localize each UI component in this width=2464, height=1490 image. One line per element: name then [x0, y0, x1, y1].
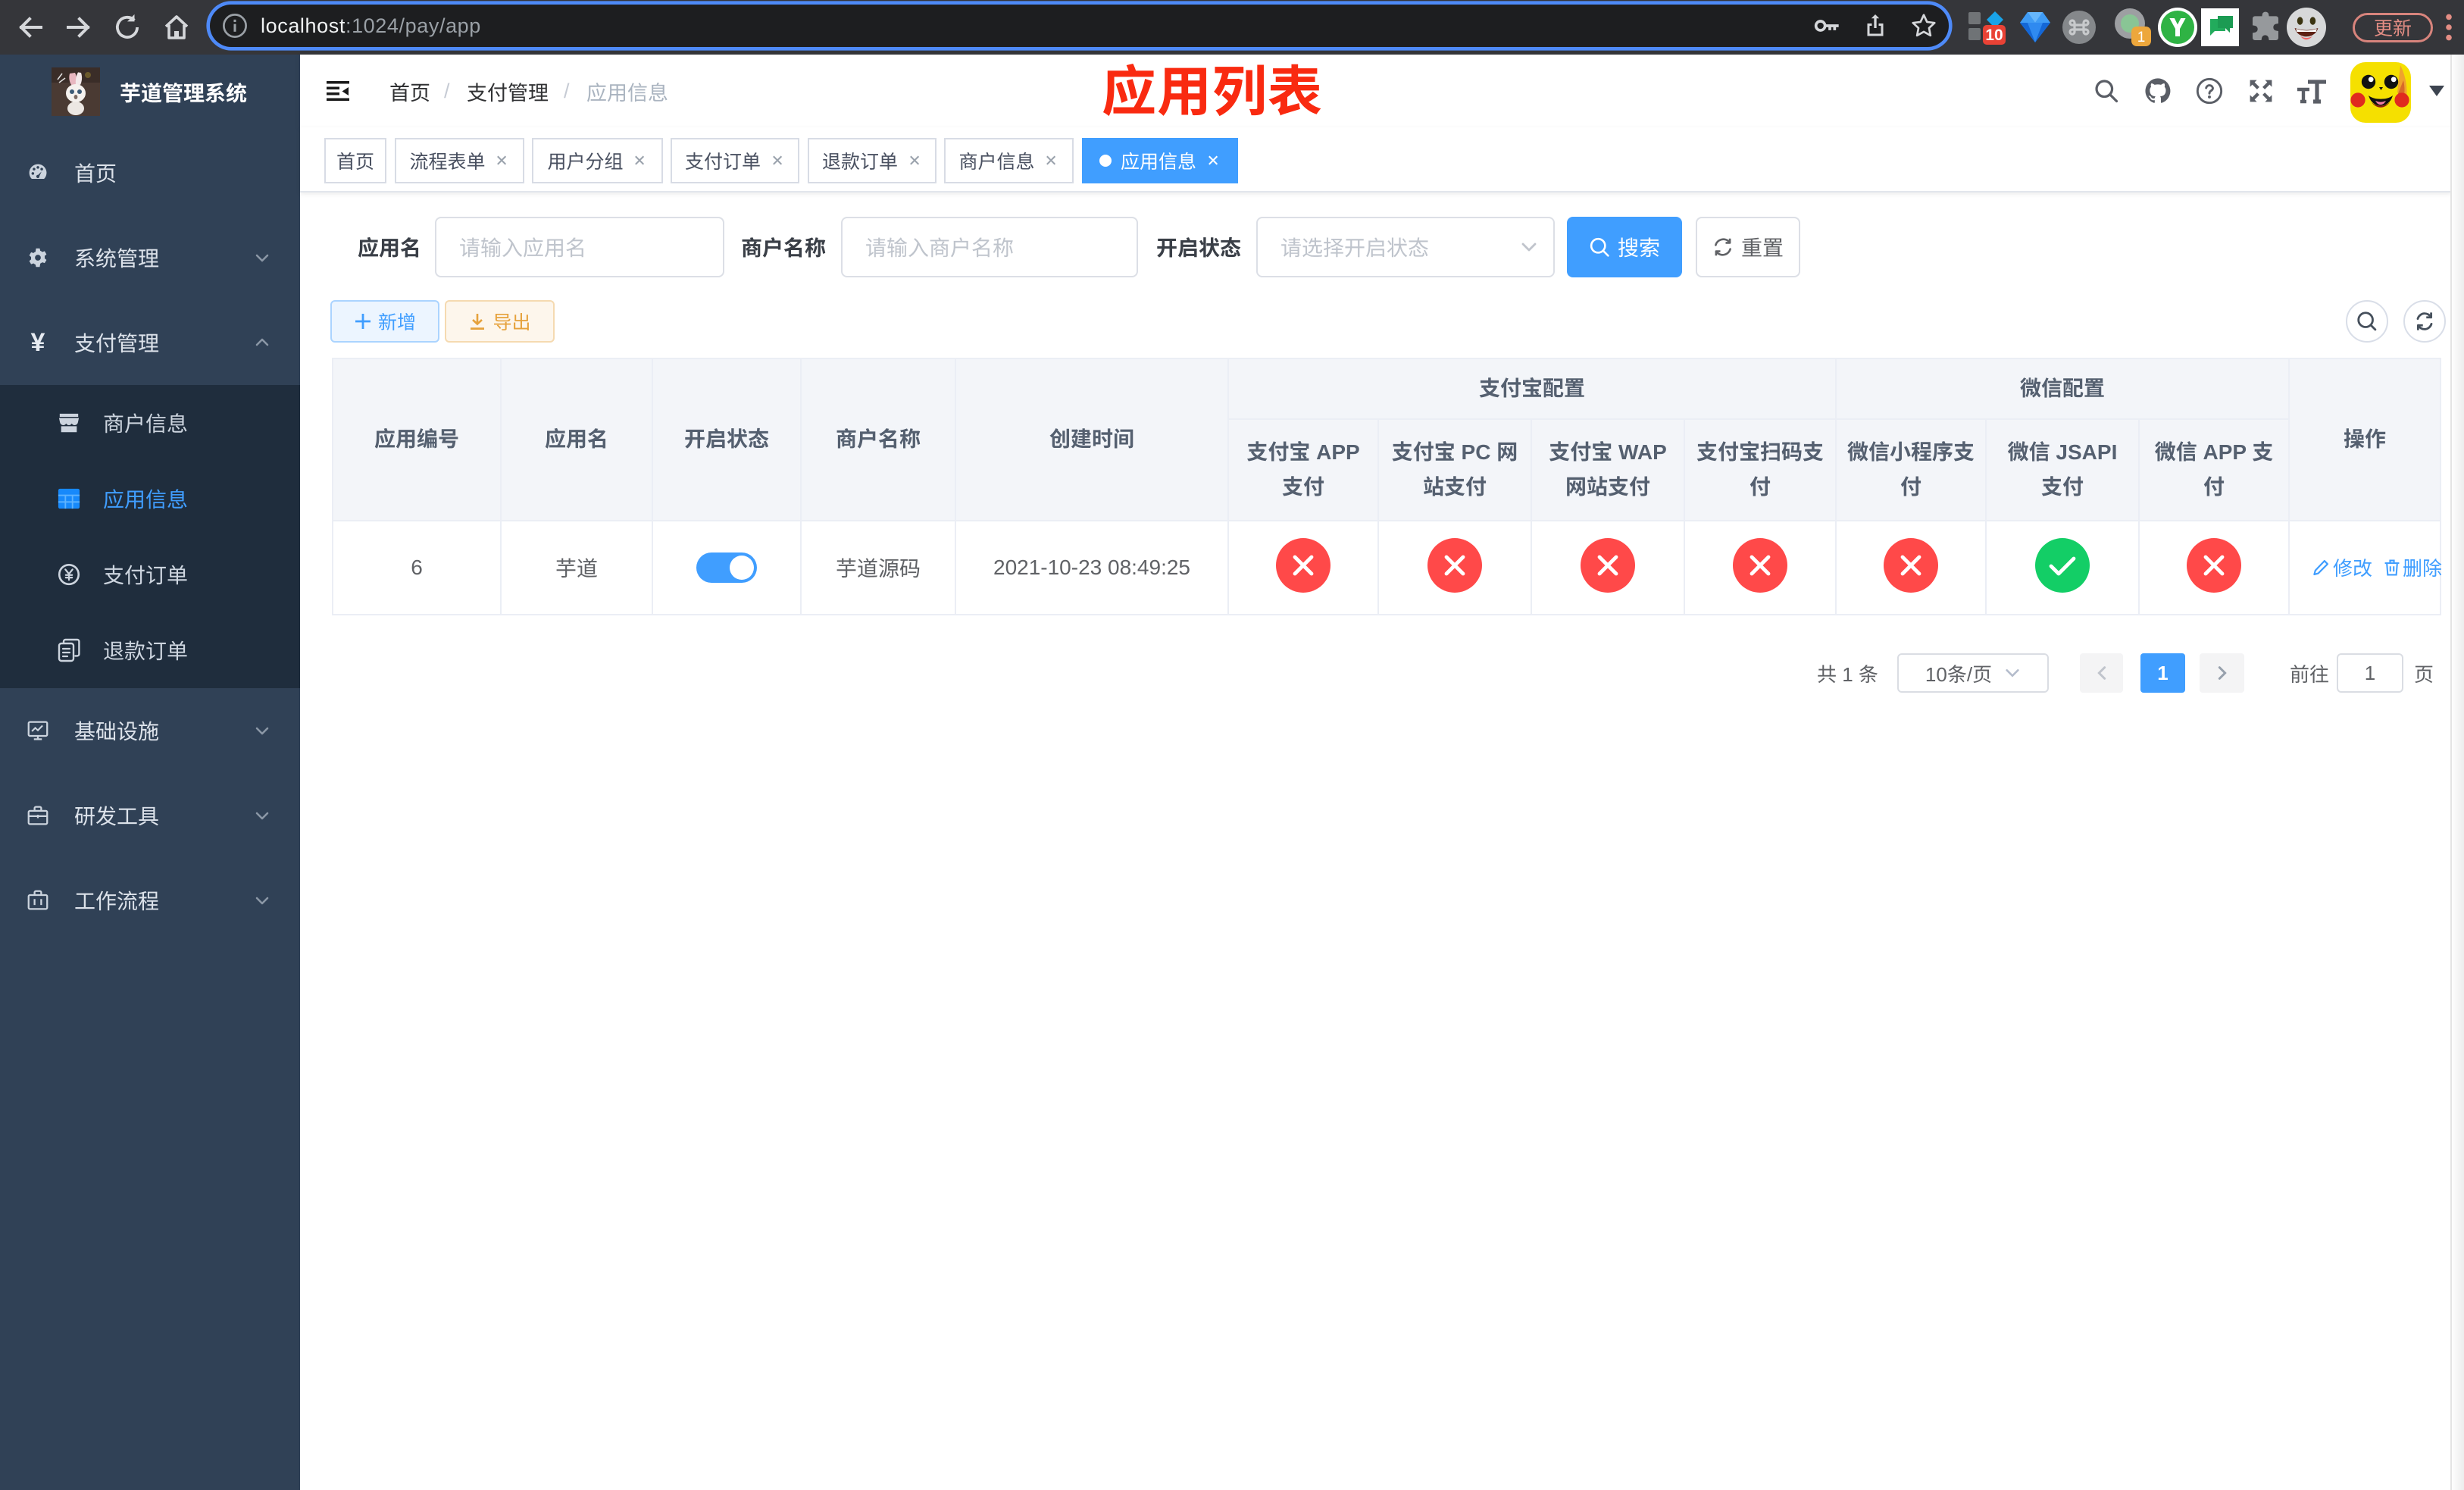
svg-text:10: 10	[1985, 27, 2003, 44]
svg-text:1: 1	[2137, 30, 2146, 45]
